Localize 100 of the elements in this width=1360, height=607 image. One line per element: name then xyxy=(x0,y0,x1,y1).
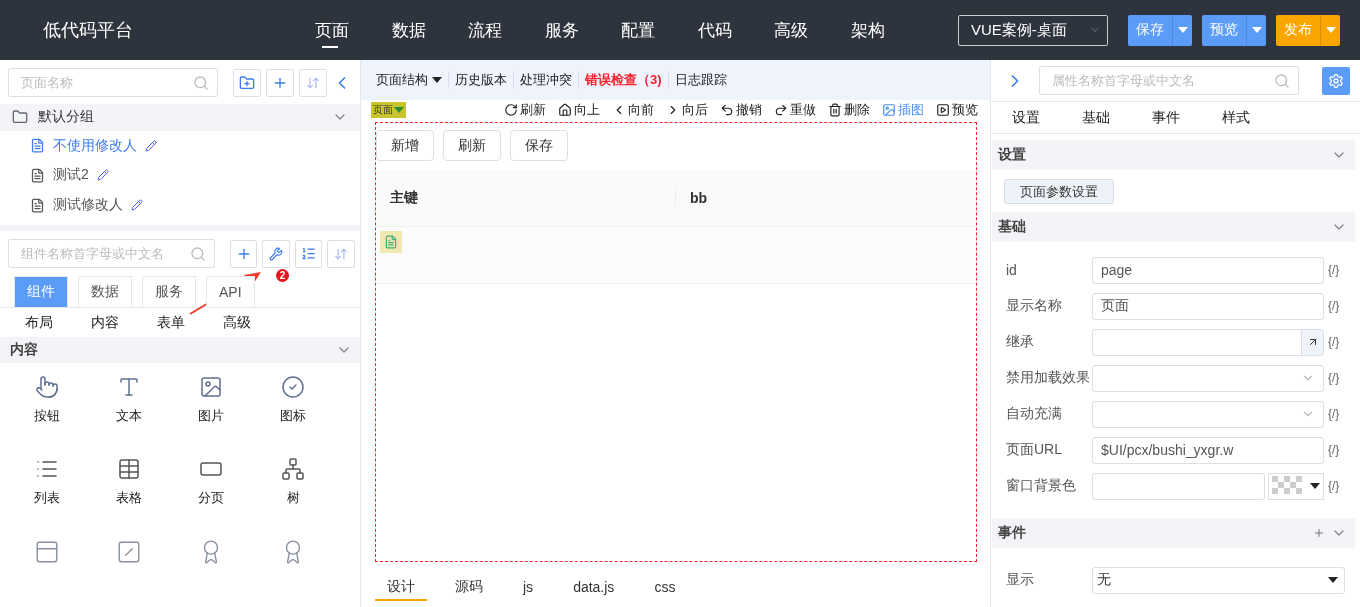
toolbar-action[interactable]: 向前 xyxy=(612,101,654,119)
panel-tab[interactable]: API xyxy=(206,276,255,308)
expression-button[interactable]: {/} xyxy=(1328,479,1340,493)
property-tab[interactable]: 基础 xyxy=(1082,108,1152,127)
category-tab[interactable]: 高级 xyxy=(223,313,289,332)
toolbar-item[interactable]: 处理冲突 xyxy=(513,71,578,89)
panel-tab[interactable]: 服务 xyxy=(142,276,196,308)
expression-button[interactable]: {/} xyxy=(1328,371,1340,385)
edit-icon xyxy=(145,139,157,152)
page-item[interactable]: 测试2 xyxy=(0,160,360,191)
editor-tab[interactable]: 源码 xyxy=(443,575,495,601)
annotation-badge: 2 xyxy=(276,269,289,283)
column-header: 主键 xyxy=(376,189,676,207)
toolbar-action[interactable]: 向后 xyxy=(666,101,708,119)
toolbar-action[interactable]: 刷新 xyxy=(504,101,546,119)
wrench-icon xyxy=(269,246,284,261)
component-item[interactable]: 分页 xyxy=(170,457,252,525)
color-field[interactable] xyxy=(1092,472,1265,500)
nav-tab[interactable]: 服务 xyxy=(542,0,619,60)
component-item[interactable]: 文本 xyxy=(88,375,170,443)
search-icon xyxy=(189,245,206,262)
settings-button[interactable] xyxy=(1322,66,1350,95)
editor-tab[interactable]: js xyxy=(511,575,546,601)
sort-button[interactable] xyxy=(327,239,356,268)
color-picker[interactable] xyxy=(1268,472,1324,500)
canvas-button[interactable]: 保存 xyxy=(510,130,568,161)
section-header[interactable]: 设置 xyxy=(992,140,1355,170)
editor-tab[interactable]: 设计 xyxy=(375,575,427,601)
category-tab[interactable]: 表单 xyxy=(157,313,223,332)
panel-tab[interactable]: 数据 xyxy=(78,276,132,308)
nav-tab[interactable]: 架构 xyxy=(848,0,925,60)
field-label: 自动充满 xyxy=(1006,405,1063,423)
component-item[interactable]: 图标 xyxy=(252,375,334,443)
component-item[interactable]: 按钮 xyxy=(6,375,88,443)
toolbar-item[interactable]: 日志跟踪 xyxy=(667,71,733,89)
section-header[interactable]: 基础 xyxy=(992,212,1355,242)
editor-tab[interactable]: data.js xyxy=(561,575,627,601)
expression-button[interactable]: {/} xyxy=(1328,263,1340,277)
toolbar-action[interactable]: 删除 xyxy=(828,101,870,119)
canvas-button[interactable]: 刷新 xyxy=(443,130,501,161)
action-icon xyxy=(882,103,896,117)
component-item[interactable]: 列表 xyxy=(6,457,88,525)
project-select[interactable]: VUE案例-桌面 xyxy=(958,14,1108,46)
input-field[interactable]: page xyxy=(1092,256,1324,284)
page-tag[interactable]: 页面 xyxy=(371,102,406,118)
sort-button[interactable] xyxy=(299,68,327,97)
property-tab[interactable]: 设置 xyxy=(1012,108,1082,127)
expression-button[interactable]: {/} xyxy=(1328,443,1340,457)
nav-tab[interactable]: 配置 xyxy=(619,0,696,60)
page-group[interactable]: 默认分组 xyxy=(0,104,360,131)
page-params-button[interactable]: 页面参数设置 xyxy=(1004,179,1114,204)
edit-icon xyxy=(131,199,143,212)
toolbar-item[interactable]: 错误检查（3) xyxy=(578,71,668,89)
toolbar-action[interactable]: 撤销 xyxy=(720,101,762,119)
component-item[interactable]: 表格 xyxy=(88,457,170,525)
category-tab[interactable]: 布局 xyxy=(25,313,91,332)
action-icon xyxy=(720,103,734,117)
nav-tab[interactable]: 页面 xyxy=(313,0,390,60)
toolbar-item[interactable]: 历史版本 xyxy=(448,71,513,89)
property-tab[interactable]: 样式 xyxy=(1222,108,1292,127)
expression-button[interactable]: {/} xyxy=(1328,299,1340,313)
input-field[interactable] xyxy=(1092,328,1324,356)
page-item[interactable]: 测试修改人 xyxy=(0,190,360,221)
expression-button[interactable]: {/} xyxy=(1328,335,1340,349)
input-field[interactable]: $UI/pcx/bushi_yxgr.w xyxy=(1092,436,1324,464)
select-field[interactable] xyxy=(1092,400,1324,428)
property-tab[interactable]: 事件 xyxy=(1152,108,1222,127)
component-item[interactable]: 图片 xyxy=(170,375,252,443)
field-label: 页面URL xyxy=(1006,441,1063,459)
action-icon xyxy=(774,103,788,117)
edit-icon xyxy=(96,169,109,182)
toolbar-action[interactable]: 向上 xyxy=(558,101,600,119)
section-header[interactable]: 内容 xyxy=(0,337,360,363)
folder-plus-icon xyxy=(239,74,255,91)
nav-tab[interactable]: 高级 xyxy=(772,0,849,60)
component-item[interactable]: 树 xyxy=(252,457,334,525)
sort-icon xyxy=(306,75,320,90)
editor-tab[interactable]: css xyxy=(642,575,688,601)
add-button[interactable] xyxy=(229,239,258,268)
input-field[interactable]: 页面 xyxy=(1092,292,1324,320)
list-button[interactable] xyxy=(294,239,323,268)
select-field[interactable] xyxy=(1092,364,1324,392)
section-header[interactable]: 事件 xyxy=(992,518,1355,548)
toolbar-action[interactable]: 重做 xyxy=(774,101,816,119)
column-header: bb xyxy=(689,190,709,206)
select-field[interactable]: 无 xyxy=(1092,566,1345,594)
nav-tab[interactable]: 流程 xyxy=(466,0,543,60)
wrench-button[interactable] xyxy=(262,239,290,268)
add-button[interactable] xyxy=(266,68,294,97)
toolbar-action[interactable]: 预览 xyxy=(936,101,978,119)
toolbar-item[interactable]: 页面结构 xyxy=(376,71,448,89)
page-item[interactable]: 不使用修改人 xyxy=(0,130,360,161)
nav-tab[interactable]: 数据 xyxy=(389,0,466,60)
component-icon xyxy=(281,375,305,399)
category-tab[interactable]: 内容 xyxy=(91,313,157,332)
expression-button[interactable]: {/} xyxy=(1328,407,1340,421)
new-folder-button[interactable] xyxy=(233,68,261,97)
file-icon xyxy=(30,167,45,183)
canvas-button[interactable]: 新增 xyxy=(376,130,434,161)
nav-tab[interactable]: 代码 xyxy=(695,0,772,60)
